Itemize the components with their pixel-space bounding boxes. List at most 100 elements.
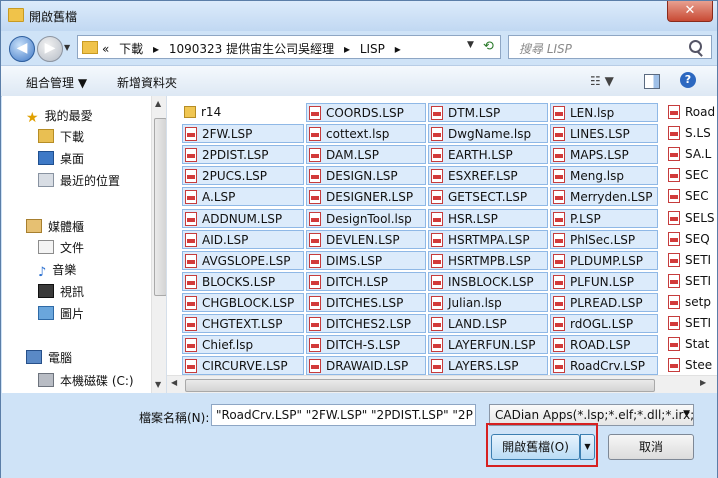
- search-input[interactable]: 搜尋 LISP: [508, 35, 712, 59]
- file-item[interactable]: BLOCKS.LSP: [182, 271, 304, 291]
- file-item[interactable]: HSRTMPA.LSP: [428, 229, 548, 249]
- file-item[interactable]: S.LS: [666, 124, 711, 143]
- scrollbar-thumb[interactable]: [154, 118, 166, 296]
- file-item[interactable]: DITCH.LSP: [306, 271, 426, 291]
- file-item[interactable]: SEQ: [666, 230, 710, 249]
- organize-button[interactable]: 組合管理 ▼: [26, 74, 87, 91]
- nav-item-favorites[interactable]: ★ 我的最愛: [26, 106, 93, 126]
- file-item[interactable]: PLFUN.LSP: [550, 271, 658, 291]
- close-button[interactable]: ✕: [667, 1, 713, 22]
- file-item[interactable]: DRAWAID.LSP: [306, 356, 426, 376]
- refresh-icon[interactable]: ⟲: [483, 39, 494, 54]
- file-item[interactable]: ESXREF.LSP: [428, 166, 548, 186]
- file-item[interactable]: COORDS.LSP: [306, 103, 426, 122]
- file-item[interactable]: DTM.LSP: [428, 103, 548, 122]
- open-button[interactable]: 開啟舊檔(O): [491, 434, 580, 460]
- file-item[interactable]: DEVLEN.LSP: [306, 229, 426, 249]
- file-item[interactable]: PLREAD.LSP: [550, 292, 658, 312]
- file-item[interactable]: 2PDIST.LSP: [182, 145, 304, 165]
- nav-pane-scrollbar[interactable]: ▲ ▼: [151, 96, 166, 393]
- recent-pages-dropdown-icon[interactable]: ▼: [64, 43, 70, 52]
- nav-item-recent[interactable]: 最近的位置: [38, 171, 120, 191]
- breadcrumb-item[interactable]: 1090323 提供宙生公司吳經理: [169, 42, 334, 56]
- file-item[interactable]: SETI: [666, 314, 711, 333]
- nav-item-libraries[interactable]: 媒體櫃: [26, 217, 84, 237]
- file-item[interactable]: ADDNUM.LSP: [182, 208, 304, 228]
- file-item[interactable]: INSBLOCK.LSP: [428, 271, 548, 291]
- file-item[interactable]: GETSECT.LSP: [428, 187, 548, 207]
- file-item[interactable]: AVGSLOPE.LSP: [182, 250, 304, 270]
- nav-item-music[interactable]: ♪ 音樂: [38, 260, 76, 280]
- file-item[interactable]: LINES.LSP: [550, 124, 658, 144]
- file-item[interactable]: DesignTool.lsp: [306, 208, 426, 228]
- folder-item[interactable]: r14: [182, 103, 221, 122]
- file-item[interactable]: cottext.lsp: [306, 124, 426, 144]
- file-item[interactable]: EARTH.LSP: [428, 145, 548, 165]
- breadcrumb-item[interactable]: LISP: [360, 42, 385, 56]
- nav-item-desktop[interactable]: 桌面: [38, 149, 84, 169]
- file-item[interactable]: LAYERFUN.LSP: [428, 335, 548, 355]
- breadcrumb-item[interactable]: 下載: [119, 42, 143, 56]
- file-item[interactable]: 2PUCS.LSP: [182, 166, 304, 186]
- nav-item-downloads[interactable]: 下載: [38, 127, 84, 147]
- file-item[interactable]: DESIGN.LSP: [306, 166, 426, 186]
- scroll-right-arrow-icon[interactable]: ▶: [700, 378, 706, 387]
- breadcrumb-separator[interactable]: ▸: [395, 42, 401, 56]
- nav-item-pictures[interactable]: 圖片: [38, 304, 84, 324]
- address-dropdown-icon[interactable]: ▼: [467, 40, 474, 50]
- breadcrumb-separator[interactable]: ▸: [344, 42, 350, 56]
- file-item[interactable]: 2FW.LSP: [182, 124, 304, 144]
- scroll-down-arrow-icon[interactable]: ▼: [155, 380, 161, 389]
- forward-button[interactable]: ▶: [37, 36, 63, 62]
- back-button[interactable]: ◀: [9, 36, 35, 62]
- file-item[interactable]: Chief.lsp: [182, 335, 304, 355]
- scroll-up-arrow-icon[interactable]: ▲: [155, 99, 161, 108]
- file-item[interactable]: SEC: [666, 166, 709, 185]
- nav-item-documents[interactable]: 文件: [38, 238, 84, 258]
- file-item[interactable]: P.LSP: [550, 208, 658, 228]
- file-item[interactable]: PLDUMP.LSP: [550, 250, 658, 270]
- nav-item-videos[interactable]: 視訊: [38, 282, 84, 302]
- file-item[interactable]: setp: [666, 293, 711, 312]
- scrollbar-thumb[interactable]: [185, 379, 655, 392]
- file-item[interactable]: DITCH-S.LSP: [306, 335, 426, 355]
- new-folder-button[interactable]: 新增資料夾: [117, 74, 177, 91]
- file-item[interactable]: Road: [666, 103, 715, 122]
- file-item[interactable]: rdOGL.LSP: [550, 314, 658, 333]
- file-item[interactable]: PhlSec.LSP: [550, 229, 658, 249]
- file-item[interactable]: MAPS.LSP: [550, 145, 658, 165]
- address-bar[interactable]: « 下載 ▸ 1090323 提供宙生公司吳經理 ▸ LISP ▸ ▼ ⟲: [77, 35, 501, 59]
- file-item[interactable]: LEN.lsp: [550, 103, 658, 122]
- file-item[interactable]: Julian.lsp: [428, 292, 548, 312]
- open-options-dropdown[interactable]: ▼: [580, 434, 595, 460]
- file-item[interactable]: Merryden.LSP: [550, 187, 658, 207]
- file-item[interactable]: DITCHES2.LSP: [306, 314, 426, 333]
- file-item[interactable]: Meng.lsp: [550, 166, 658, 186]
- file-item[interactable]: SETI: [666, 251, 711, 270]
- file-item[interactable]: A.LSP: [182, 187, 304, 207]
- filename-input[interactable]: "RoadCrv.LSP" "2FW.LSP" "2PDIST.LSP" "2P: [211, 404, 476, 426]
- file-item[interactable]: Stat: [666, 335, 709, 354]
- file-item[interactable]: SA.L: [666, 145, 711, 164]
- file-item[interactable]: DAM.LSP: [306, 145, 426, 165]
- file-item[interactable]: SELS: [666, 209, 715, 228]
- help-icon[interactable]: ?: [680, 72, 696, 88]
- file-item[interactable]: HSR.LSP: [428, 208, 548, 228]
- file-item[interactable]: CIRCURVE.LSP: [182, 356, 304, 376]
- file-item[interactable]: LAYERS.LSP: [428, 356, 548, 376]
- file-item[interactable]: LAND.LSP: [428, 314, 548, 333]
- scroll-left-arrow-icon[interactable]: ◀: [171, 378, 177, 387]
- file-list-horizontal-scrollbar[interactable]: ◀ ▶: [167, 375, 717, 393]
- file-item[interactable]: ROAD.LSP: [550, 335, 658, 355]
- breadcrumb-overflow[interactable]: «: [102, 42, 109, 56]
- nav-item-local-disk[interactable]: 本機磁碟 (C:): [38, 371, 134, 391]
- file-item[interactable]: AID.LSP: [182, 229, 304, 249]
- file-item[interactable]: CHGTEXT.LSP: [182, 314, 304, 333]
- cancel-button[interactable]: 取消: [608, 434, 694, 460]
- preview-pane-icon[interactable]: [644, 74, 660, 89]
- file-item[interactable]: DITCHES.LSP: [306, 292, 426, 312]
- nav-item-computer[interactable]: 電腦: [26, 348, 72, 368]
- file-item[interactable]: SEC: [666, 187, 709, 206]
- file-item[interactable]: HSRTMPB.LSP: [428, 250, 548, 270]
- file-item[interactable]: Stee: [666, 356, 712, 375]
